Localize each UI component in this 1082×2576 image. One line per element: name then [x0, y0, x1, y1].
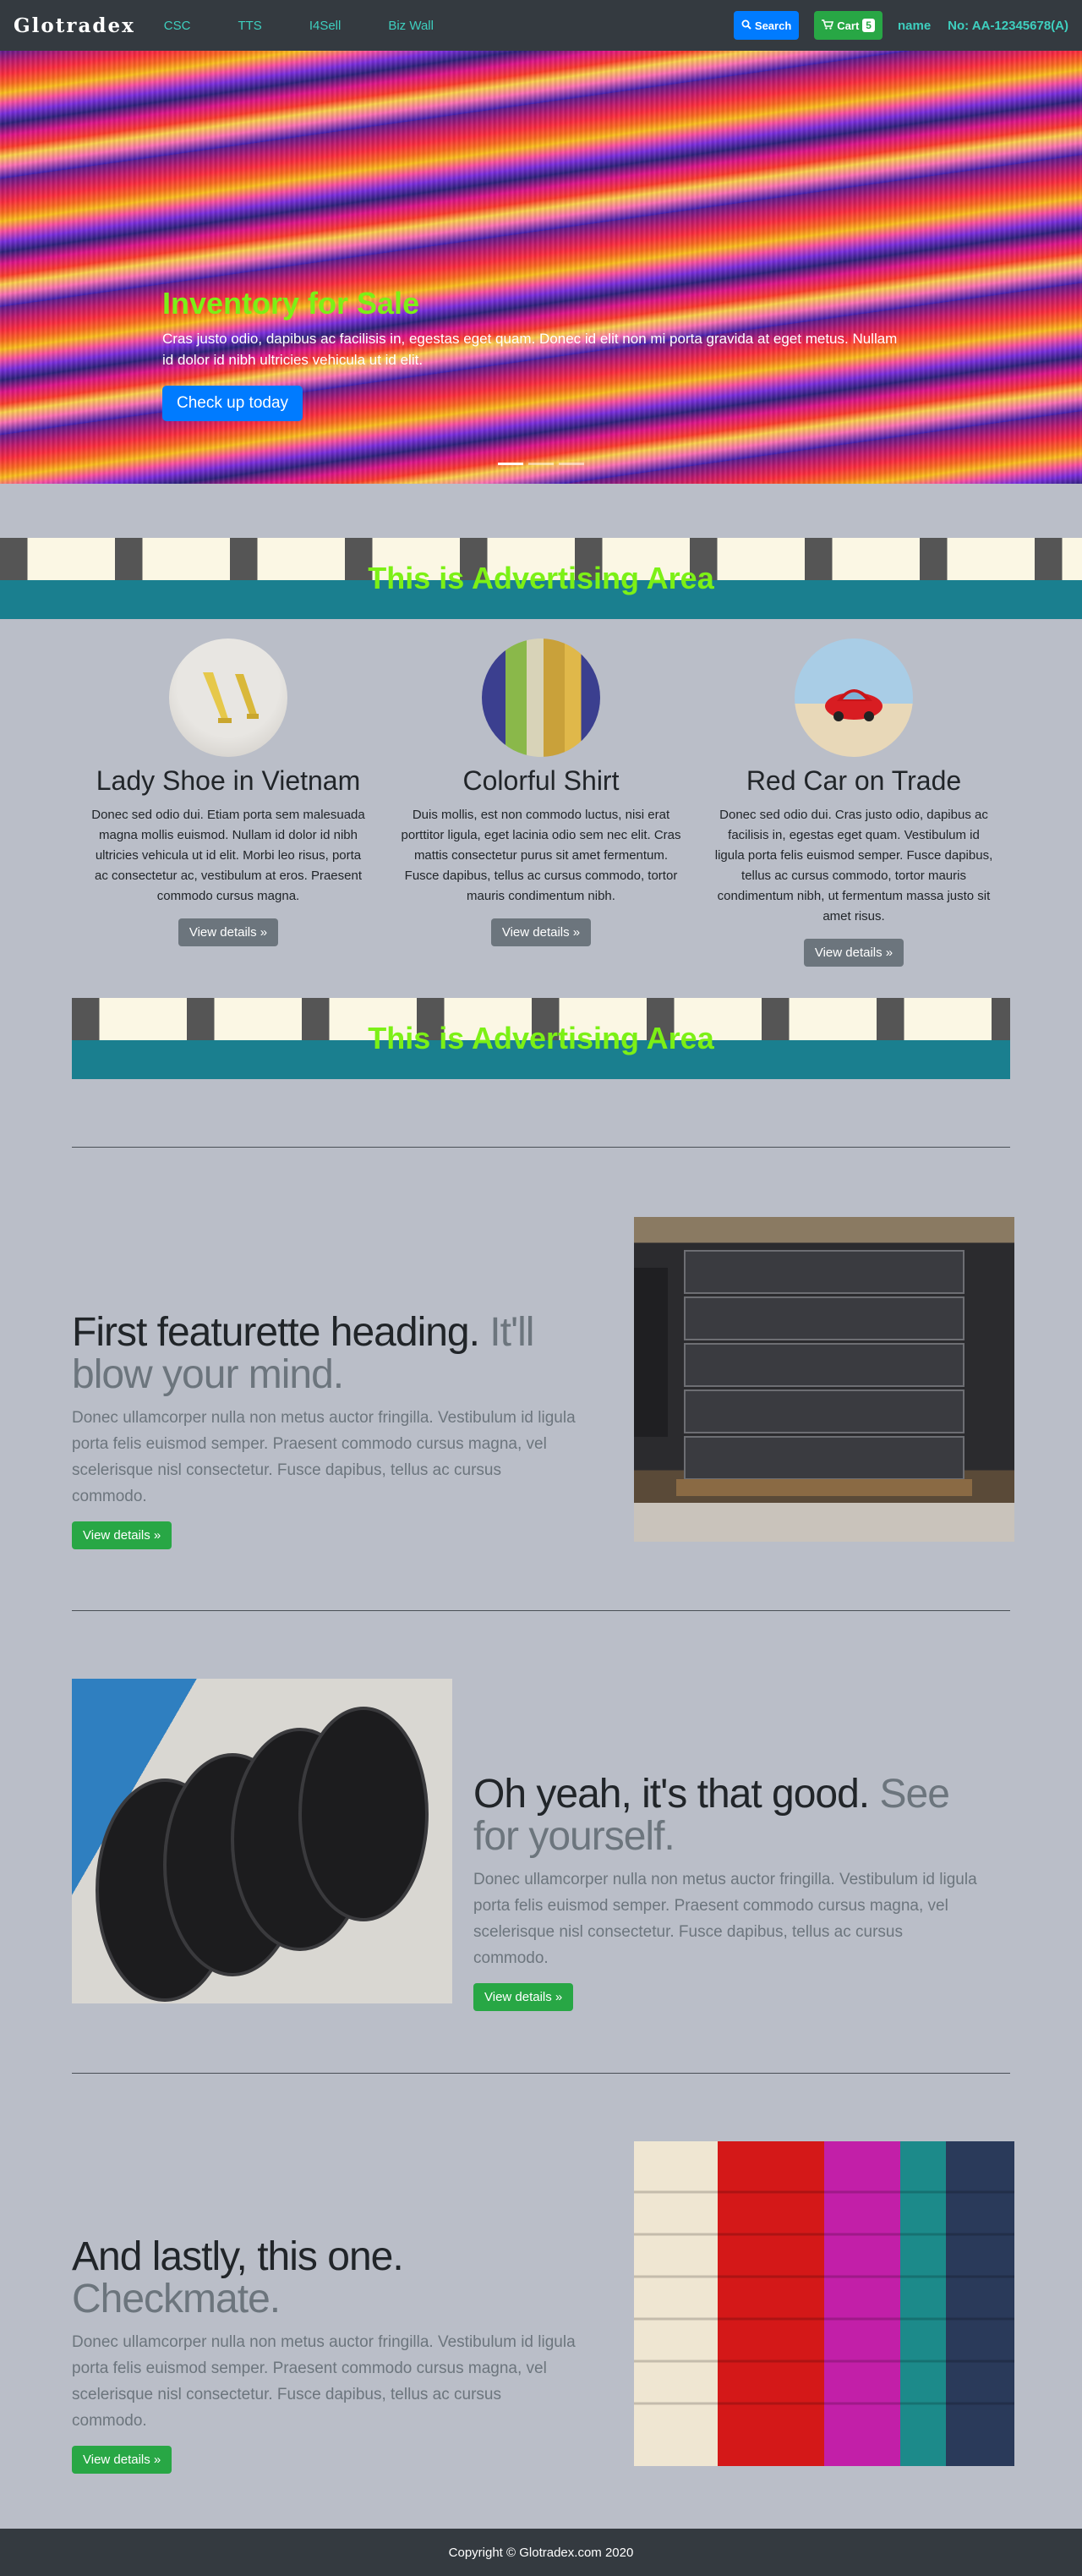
top-navbar: Glotradex CSC TTS I4Sell Biz Wall Search… [0, 0, 1082, 51]
product-title: Colorful Shirt [462, 765, 620, 796]
product-description: Donec sed odio dui. Cras justo odio, dap… [714, 808, 993, 924]
product-card-car: Red Car on Trade Donec sed odio dui. Cra… [697, 639, 1010, 967]
nav-link-csc[interactable]: CSC [164, 19, 191, 33]
view-details-button[interactable]: View details » [803, 939, 904, 967]
product-description: Duis mollis, est non commodo luctus, nis… [401, 808, 681, 903]
computer-pallet-image [634, 1217, 1014, 1542]
featurette-text: Oh yeah, it's that good. See for yoursel… [473, 1773, 981, 2011]
advertising-text: This is Advertising Area [368, 561, 714, 595]
advertising-text: This is Advertising Area [368, 1021, 714, 1055]
featurette-heading-main: And lastly, this one. [72, 2234, 404, 2279]
cart-button-label: Cart [837, 19, 860, 32]
product-title: Red Car on Trade [746, 765, 962, 796]
carousel-indicator-2[interactable] [528, 463, 554, 465]
section-divider [72, 2073, 1010, 2074]
product-card-shirt: Colorful Shirt Duis mollis, est non comm… [385, 639, 697, 967]
featurette-heading-main: First featurette heading. [72, 1310, 480, 1355]
view-details-button[interactable]: View details » [178, 918, 279, 946]
product-card-shoe: Lady Shoe in Vietnam Donec sed odio dui.… [72, 639, 385, 967]
shoe-image [169, 639, 287, 757]
advertising-banner-middle[interactable]: This is Advertising Area [72, 998, 1010, 1079]
user-name[interactable]: name [898, 19, 931, 33]
featurette-heading: And lastly, this one. Checkmate. [72, 2236, 579, 2321]
carousel-indicator-1[interactable] [498, 463, 523, 465]
featurette-1: First featurette heading. It'll blow you… [72, 1217, 1014, 1549]
cart-icon [822, 19, 834, 32]
hero-carousel[interactable]: Inventory for Sale Cras justo odio, dapi… [0, 51, 1082, 484]
advertising-banner-top[interactable]: This is Advertising Area [0, 538, 1082, 619]
cart-count-badge: 5 [862, 19, 875, 32]
nav-link-tts[interactable]: TTS [238, 19, 261, 33]
featurette-lead: Donec ullamcorper nulla non metus auctor… [72, 2333, 576, 2430]
search-button-label: Search [754, 19, 792, 32]
red-car-image [795, 639, 913, 757]
brand-logo[interactable]: Glotradex [14, 14, 135, 37]
section-divider [72, 1610, 1010, 1611]
product-description: Donec sed odio dui. Etiam porta sem male… [91, 808, 365, 903]
search-icon [741, 19, 751, 32]
view-details-button[interactable]: View details » [473, 1983, 574, 2011]
featurette-3: And lastly, this one. Checkmate. Donec u… [72, 2141, 1014, 2474]
product-title: Lady Shoe in Vietnam [96, 765, 361, 796]
product-columns: Lady Shoe in Vietnam Donec sed odio dui.… [72, 639, 1010, 967]
check-up-today-button[interactable]: Check up today [162, 386, 303, 421]
featurette-2: Oh yeah, it's that good. See for yoursel… [72, 1679, 1010, 2011]
nav-link-biz-wall[interactable]: Biz Wall [388, 19, 434, 33]
carousel-indicators [0, 463, 1082, 465]
section-divider [72, 1147, 1010, 1148]
copyright-text: Copyright © Glotradex.com 2020 [448, 2545, 634, 2560]
featurette-text: And lastly, this one. Checkmate. Donec u… [72, 2236, 579, 2474]
featurette-lead: Donec ullamcorper nulla non metus auctor… [473, 1871, 977, 1967]
featurette-text: First featurette heading. It'll blow you… [72, 1312, 579, 1549]
view-details-button[interactable]: View details » [72, 1521, 172, 1549]
featurette-heading: First featurette heading. It'll blow you… [72, 1312, 579, 1396]
carousel-indicator-3[interactable] [559, 463, 584, 465]
featurette-lead: Donec ullamcorper nulla non metus auctor… [72, 1409, 576, 1505]
account-number[interactable]: No: AA-12345678(A) [948, 19, 1068, 33]
view-details-button[interactable]: View details » [490, 918, 592, 946]
featurette-heading-muted: Checkmate. [72, 2277, 281, 2321]
jackets-image [634, 2141, 1014, 2466]
search-button[interactable]: Search [733, 11, 800, 40]
hero-text: Cras justo odio, dapibus ac facilisis in… [162, 331, 898, 368]
view-details-button[interactable]: View details » [72, 2446, 172, 2474]
nav-link-i4sell[interactable]: I4Sell [309, 19, 342, 33]
shirt-image [482, 639, 600, 757]
tires-image [72, 1679, 452, 2003]
hero-title: Inventory for Sale [162, 286, 420, 321]
nav-right: Search Cart 5 name No: AA-12345678(A) [733, 11, 1068, 40]
footer: Copyright © Glotradex.com 2020 [0, 2529, 1082, 2576]
featurette-heading: Oh yeah, it's that good. See for yoursel… [473, 1773, 981, 1858]
hero-caption: Inventory for Sale Cras justo odio, dapi… [162, 286, 906, 421]
featurette-heading-main: Oh yeah, it's that good. [473, 1772, 870, 1817]
cart-button[interactable]: Cart 5 [814, 11, 883, 40]
